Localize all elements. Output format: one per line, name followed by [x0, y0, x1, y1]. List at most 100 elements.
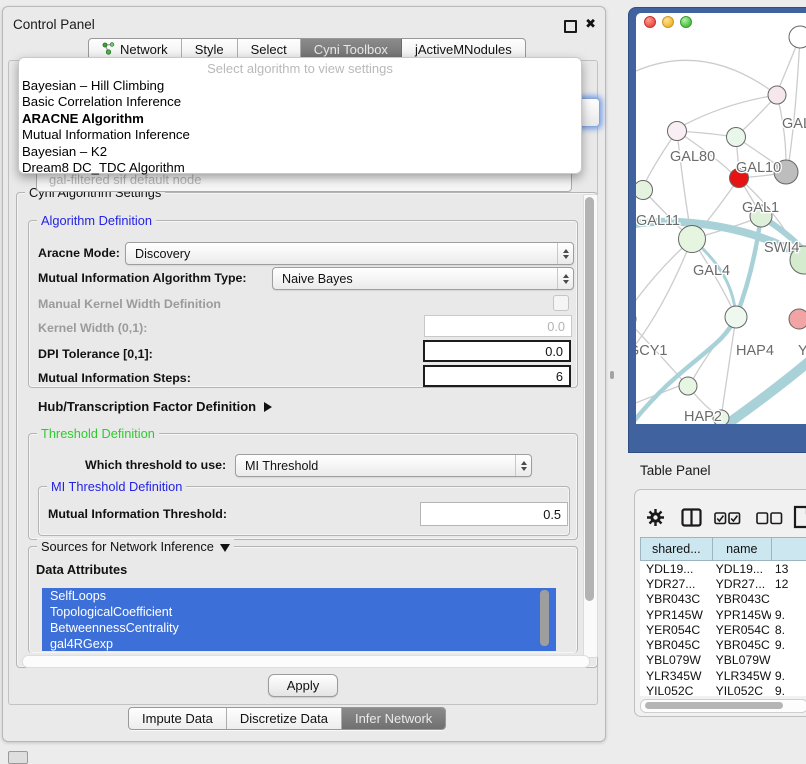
- table-cell: 12: [771, 577, 806, 591]
- node-label-gcy1: GCY1: [636, 343, 668, 359]
- data-attributes-label: Data Attributes: [36, 562, 127, 577]
- manual-kernel-checkbox[interactable]: [553, 295, 569, 311]
- mi-type-label: Mutual Information Algorithm Type:: [38, 271, 247, 285]
- which-threshold-combo[interactable]: MI Threshold: [235, 454, 532, 477]
- close-panel-button[interactable]: ✖: [585, 16, 596, 32]
- settings-scroll-thumb[interactable]: [585, 197, 594, 601]
- network-node-gal11[interactable]: [636, 181, 653, 200]
- algorithm-option-basic-correlation-inference[interactable]: Basic Correlation Inference: [19, 94, 581, 110]
- attribute-item-topologicalcoefficient[interactable]: TopologicalCoefficient: [42, 604, 556, 620]
- aracne-mode-combo[interactable]: Discovery: [125, 242, 574, 265]
- table-horizontal-scrollbar[interactable]: [640, 699, 806, 713]
- algorithm-dropdown-popup: Select algorithm to view settings Bayesi…: [18, 57, 582, 174]
- table-row[interactable]: YDR27...YDR27...12: [640, 576, 806, 591]
- table-row[interactable]: YLR345WYLR345W9.: [640, 668, 806, 683]
- mi-steps-field[interactable]: 6: [423, 365, 571, 387]
- network-node-gal[interactable]: [768, 86, 786, 104]
- attribute-item-gal4rgexp[interactable]: gal4RGexp: [42, 636, 556, 651]
- mi-threshold-title: MI Threshold Definition: [47, 479, 186, 494]
- network-node[interactable]: [789, 26, 806, 48]
- tab-impute-data[interactable]: Impute Data: [129, 708, 227, 729]
- restore-panel-button[interactable]: [8, 751, 28, 764]
- table-cell: 9.: [771, 608, 806, 622]
- mi-type-combo[interactable]: Naive Bayes: [272, 267, 574, 290]
- data-attributes-list[interactable]: SelfLoopsTopologicalCoefficientBetweenne…: [42, 588, 556, 651]
- combo-arrows-icon: [557, 243, 573, 264]
- expand-right-icon[interactable]: [264, 402, 272, 412]
- table-row[interactable]: YER054CYER054C8.: [640, 622, 806, 637]
- table-hscroll-thumb[interactable]: [645, 702, 783, 709]
- tab-infer-network[interactable]: Infer Network: [342, 708, 445, 729]
- table-panel-title: Table Panel: [640, 463, 711, 478]
- network-edge[interactable]: [636, 60, 777, 95]
- settings-horizontal-scrollbar[interactable]: [22, 655, 590, 668]
- close-window-button[interactable]: [644, 16, 656, 28]
- algorithm-option-aracne-algorithm[interactable]: ARACNE Algorithm: [19, 111, 581, 127]
- network-edge[interactable]: [789, 37, 800, 161]
- deselect-all-icon[interactable]: [756, 512, 783, 530]
- tab-discretize-data-label: Discretize Data: [240, 711, 328, 726]
- table-cell: YDR27...: [712, 577, 771, 591]
- mi-threshold-field[interactable]: 0.5: [420, 502, 568, 526]
- network-node-hap4[interactable]: [725, 306, 747, 328]
- table-row[interactable]: YBL079WYBL079W: [640, 653, 806, 668]
- kernel-width-field[interactable]: 0.0: [424, 315, 572, 337]
- table-row[interactable]: YBR045CYBR045C9.: [640, 637, 806, 652]
- file-icon[interactable]: [793, 505, 806, 534]
- network-node-gal10[interactable]: [727, 128, 746, 147]
- tab-discretize-data[interactable]: Discretize Data: [227, 708, 342, 729]
- node-table: shared...name YDL19...YDL19...13YDR27...…: [640, 537, 806, 696]
- gear-icon[interactable]: [646, 508, 665, 532]
- minimize-window-button[interactable]: [662, 16, 674, 28]
- control-panel-title: Control Panel: [13, 17, 95, 32]
- algorithm-option-dream8-dc-tdc-algorithm[interactable]: Dream8 DC_TDC Algorithm: [19, 160, 581, 176]
- which-threshold-value: MI Threshold: [236, 459, 515, 473]
- table-row[interactable]: YIL052CYIL052C9.: [640, 683, 806, 696]
- which-threshold-label: Which threshold to use:: [85, 458, 226, 472]
- panel-splitter-grip[interactable]: [610, 371, 614, 379]
- network-graph[interactable]: GALGAL80GAL10GAL1GAL11SWI4GAL4GCY1HAP4YH…: [636, 13, 806, 424]
- algorithm-option-mutual-information-inference[interactable]: Mutual Information Inference: [19, 127, 581, 143]
- tab-style-label: Style: [195, 42, 224, 57]
- table-row[interactable]: YBR043CYBR043C: [640, 592, 806, 607]
- column-header-name[interactable]: name: [712, 537, 771, 561]
- network-edge[interactable]: [636, 239, 692, 349]
- hub-factor-section[interactable]: Hub/Transcription Factor Definition: [38, 399, 272, 414]
- bottom-tabbar: Impute Data Discretize Data Infer Network: [128, 707, 446, 730]
- column-header-extra[interactable]: [771, 537, 806, 561]
- table-row[interactable]: YPR145WYPR145W9.: [640, 607, 806, 622]
- zoom-window-button[interactable]: [680, 16, 692, 28]
- attribute-item-betweennesscentrality[interactable]: BetweennessCentrality: [42, 620, 556, 636]
- apply-button[interactable]: Apply: [268, 674, 338, 697]
- table-cell: YDL19...: [640, 562, 712, 576]
- network-node-gal80[interactable]: [668, 122, 687, 141]
- table-cell: YBR043C: [640, 592, 712, 606]
- combo-arrows-icon: [557, 268, 573, 289]
- float-window-button[interactable]: [564, 20, 577, 33]
- network-node-y[interactable]: [789, 309, 806, 329]
- table-cell: YPR145W: [712, 608, 771, 622]
- select-all-icon[interactable]: [714, 512, 741, 530]
- columns-icon[interactable]: [681, 508, 702, 532]
- network-canvas[interactable]: GALGAL80GAL10GAL1GAL11SWI4GAL4GCY1HAP4YH…: [636, 13, 806, 424]
- network-node-hap2[interactable]: [679, 377, 697, 395]
- attributes-scroll-thumb[interactable]: [540, 590, 549, 646]
- dpi-tolerance-field[interactable]: 0.0: [423, 340, 571, 362]
- algorithm-list: Bayesian – Hill ClimbingBasic Correlatio…: [19, 78, 581, 176]
- table-row[interactable]: YDL19...YDL19...13: [640, 561, 806, 576]
- network-node-gal4[interactable]: [679, 226, 706, 253]
- network-edge-selected[interactable]: [726, 359, 806, 424]
- mi-type-value: Naive Bayes: [273, 272, 557, 286]
- table-cell: YBR045C: [712, 638, 771, 652]
- attribute-item-selfloops[interactable]: SelfLoops: [42, 588, 556, 604]
- table-cell: 9.: [771, 638, 806, 652]
- column-header-shared[interactable]: shared...: [640, 537, 712, 561]
- threshold-definition-title: Threshold Definition: [37, 426, 159, 441]
- node-label-gal4: GAL4: [693, 263, 730, 279]
- node-label-y: Y: [798, 343, 806, 359]
- algorithm-option-bayesian-k2[interactable]: Bayesian – K2: [19, 144, 581, 160]
- collapse-down-icon[interactable]: [220, 544, 230, 552]
- table-cell: YBL079W: [712, 653, 771, 667]
- settings-vertical-scrollbar[interactable]: [583, 194, 598, 658]
- algorithm-option-bayesian-hill-climbing[interactable]: Bayesian – Hill Climbing: [19, 78, 581, 94]
